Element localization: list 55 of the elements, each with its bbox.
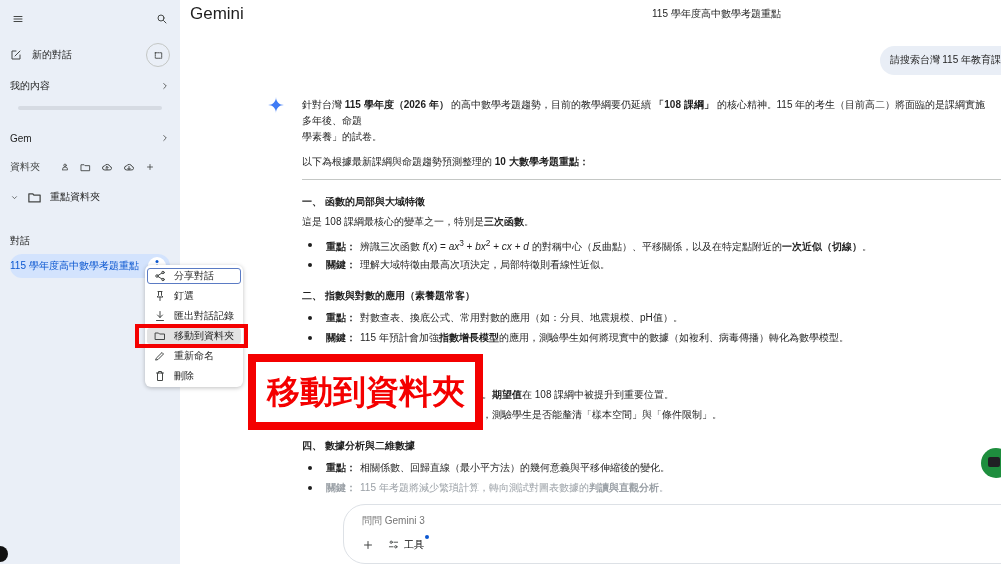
share-icon <box>154 270 166 282</box>
folder-item[interactable]: 重點資料夾 <box>10 182 170 212</box>
plus-icon <box>145 162 155 172</box>
temporary-chat-button[interactable] <box>146 43 170 67</box>
pencil-icon <box>154 350 166 362</box>
bullet-icon <box>308 315 312 320</box>
trash-icon <box>154 370 166 382</box>
sliders-icon <box>388 539 399 551</box>
bullet-icon <box>308 262 312 267</box>
chevron-right-icon <box>160 81 170 91</box>
cloud-upload-icon <box>101 161 113 173</box>
bullet-text: 重點： 對數查表、換底公式、常用對數的應用（如：分貝、地震規模、pH值）。 <box>326 310 683 325</box>
search-icon <box>156 13 168 25</box>
edit-icon <box>10 49 22 61</box>
tools-button[interactable]: 工具 <box>388 537 424 552</box>
download-icon <box>154 310 166 322</box>
bullet-icon <box>308 485 312 490</box>
gem-label[interactable]: Gem <box>10 132 32 144</box>
chevron-right-icon <box>160 133 170 143</box>
plus-icon <box>362 538 374 551</box>
my-content-label[interactable]: 我的內容 <box>10 79 50 93</box>
brand-name: Gemini <box>190 4 245 25</box>
menu-item[interactable]: 移動到資料夾 <box>147 328 241 344</box>
bullet-text: 重點： 相關係數、回歸直線（最小平方法）的幾何意義與平移伸縮後的變化。 <box>326 460 670 475</box>
pin-icon <box>154 290 166 302</box>
response-text: 以下為根據最新課綱與命題趨勢預測整理的 10 大數學考題重點： <box>302 154 590 169</box>
section-heading: 四、 數據分析與二維數據 <box>302 438 416 453</box>
menu-icon <box>12 13 24 25</box>
folder-icon <box>154 330 166 342</box>
bullet-text: 重點： 辨識三次函數 f(x) = ax$^{3}$ + bx$^{2}$ + cx + d 的對稱中心（反曲點）、平移關係，以及在特定點附近的一次近似（切線）。 <box>326 236 872 254</box>
bullet-text: 關鍵： 115 年預計會加強指數增長模型的應用，測驗學生如何將現實中的數據（如複利、病毒傳播）轉化為數學模型。 <box>326 330 849 345</box>
new-chat-link[interactable]: 新的對話 <box>32 48 72 62</box>
bullet-text: 。期望值在 108 課綱中被提升到重要位置。 <box>482 387 675 402</box>
chats-heading: 對話 <box>10 234 31 248</box>
bullet-icon <box>308 335 312 340</box>
response-text: 學素養」的試卷。 <box>302 129 383 144</box>
response-text: 針對台灣 115 學年度（2026 年） 的高中數學考題趨勢，目前的教學綱要仍延續 「108 課綱」 的核心精神。115 年的考生（目前高二）將面臨的是課綱實施多年後、命題 <box>302 97 987 128</box>
bullet-text: 關鍵： 理解大域特徵由最高次項決定，局部特徵則看線性近似。 <box>326 257 610 272</box>
bullet-icon <box>308 465 312 470</box>
menu-item[interactable]: 分享對話 <box>147 268 241 284</box>
chat-item[interactable]: 115 學年度高中數學考題重點 <box>10 254 170 278</box>
folders-label: 資料夾 <box>10 160 40 174</box>
person-icon <box>60 162 70 172</box>
prompt-field[interactable]: 問問 Gemini 3 工具 <box>343 503 1001 564</box>
bullet-text: 關鍵： 115 年考題將減少繁瑣計算，轉向測試對圖表數據的判讀與直觀分析。 <box>326 480 669 495</box>
section-intro: 這是 108 課綱最核心的變革之一，特別是三次函數。 <box>302 214 536 229</box>
bullet-icon <box>308 242 312 247</box>
bullet-text: ，測驗學生是否能釐清「樣本空間」與「條件限制」。 <box>482 407 722 422</box>
section-heading: 二、 指數與對數的應用（素養題常客） <box>302 288 476 303</box>
folder-icon <box>80 161 91 173</box>
annotation-callout: 移動到資料夾 <box>248 354 483 430</box>
section-heading: 一、 函數的局部與大域特徵 <box>302 194 426 209</box>
cloud-download-icon <box>123 161 135 173</box>
chat-title: 115 學年度高中數學考題重點 <box>652 7 781 22</box>
user-message: 請搜索台灣 115 年教育課 <box>879 45 1001 75</box>
